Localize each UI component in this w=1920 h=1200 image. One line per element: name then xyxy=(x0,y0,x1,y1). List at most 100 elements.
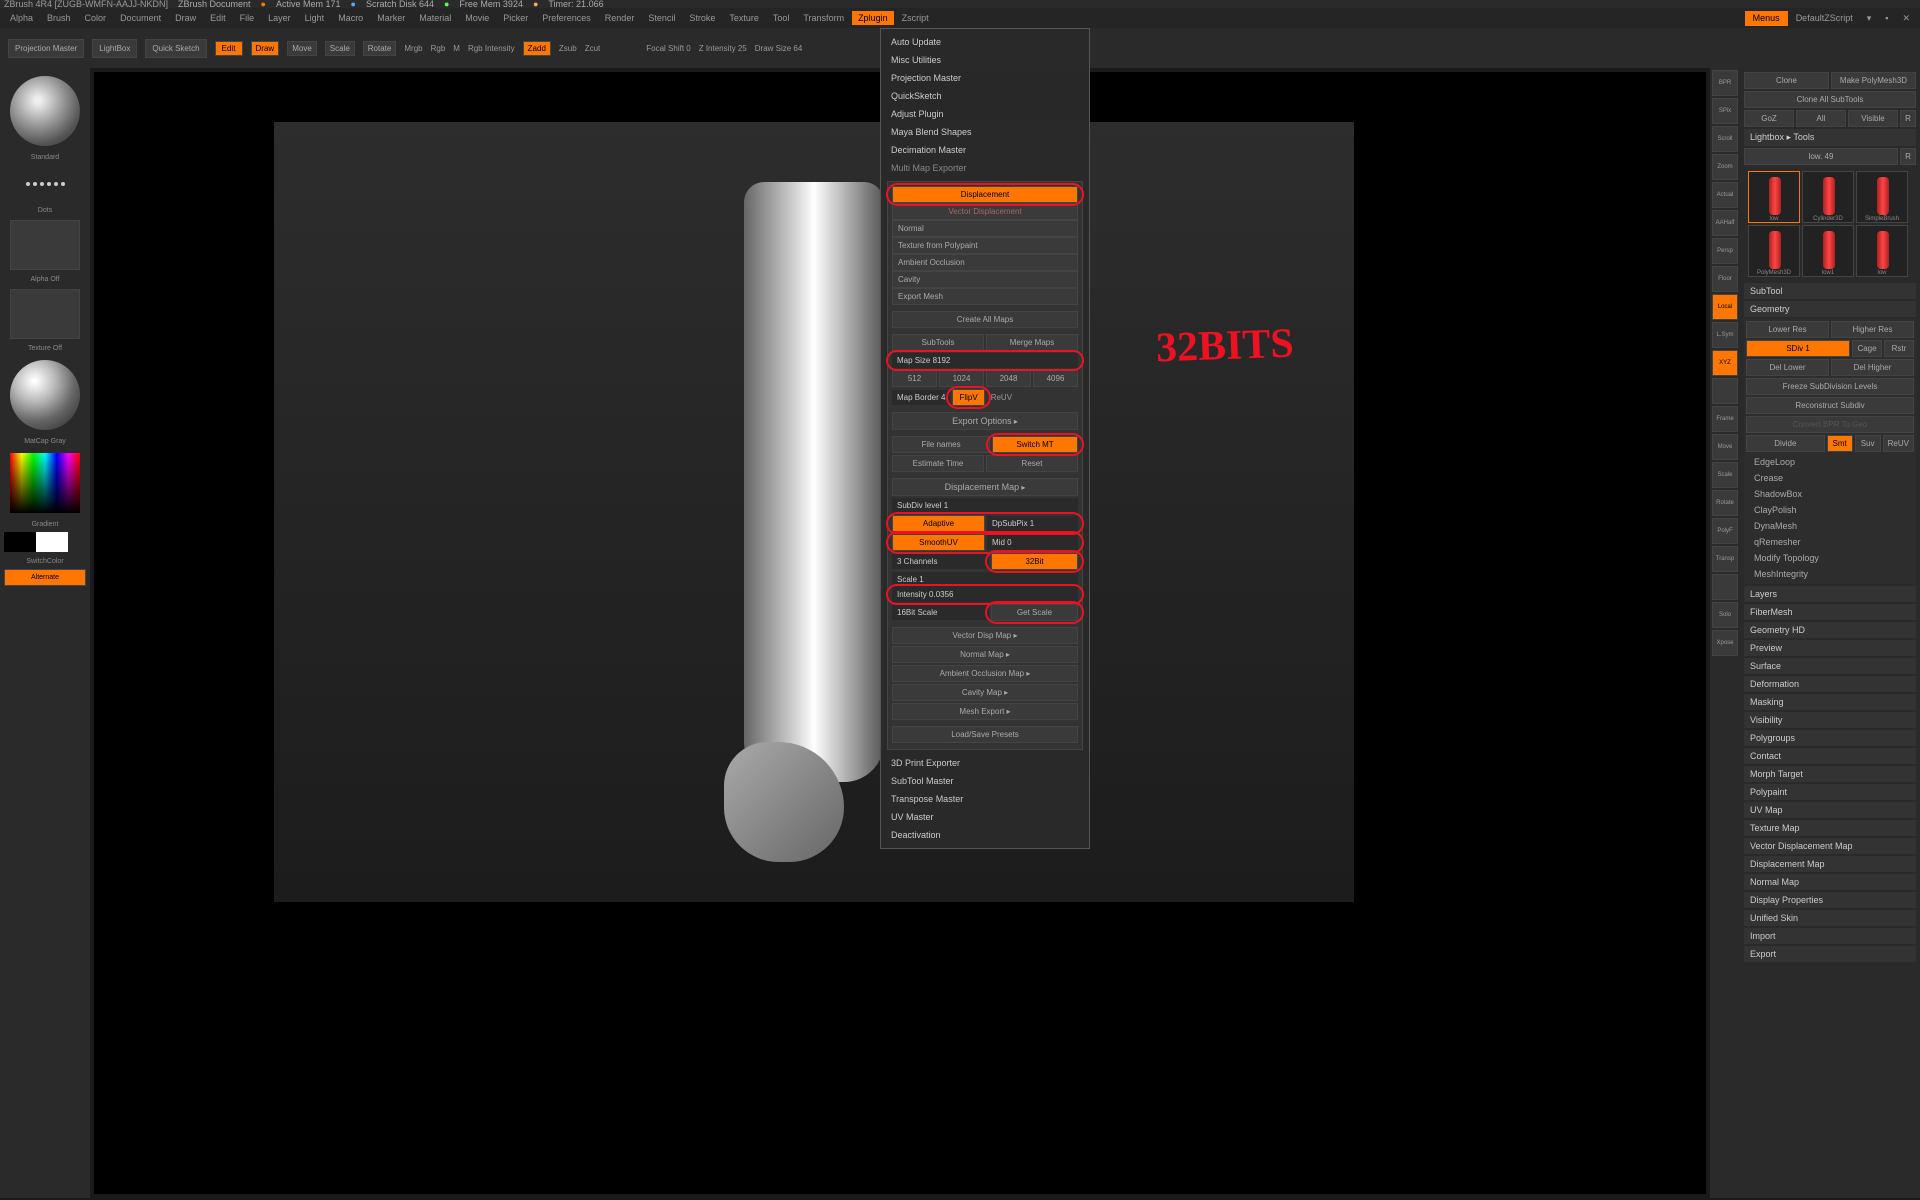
map-normal-map[interactable]: Normal Map ▸ xyxy=(892,646,1078,663)
color-picker[interactable] xyxy=(10,453,80,513)
texture-polypaint-toggle[interactable]: Texture from Polypaint xyxy=(892,237,1078,254)
menu-texture[interactable]: Texture xyxy=(723,11,765,25)
goz-visible[interactable]: Visible xyxy=(1848,110,1898,127)
menu-preferences[interactable]: Preferences xyxy=(536,11,597,25)
z-intensity[interactable]: Z Intensity 25 xyxy=(699,44,747,53)
geometry-section[interactable]: Geometry xyxy=(1744,301,1916,317)
geo-meshintegrity[interactable]: MeshIntegrity xyxy=(1746,566,1914,582)
section-visibility[interactable]: Visibility xyxy=(1744,712,1916,728)
menu-layer[interactable]: Layer xyxy=(262,11,297,25)
focal-shift[interactable]: Focal Shift 0 xyxy=(646,44,690,53)
smt[interactable]: Smt xyxy=(1827,435,1853,452)
sidetool-actual[interactable]: Actual xyxy=(1712,182,1738,208)
geo-shadowbox[interactable]: ShadowBox xyxy=(1746,486,1914,502)
alternate-button[interactable]: Alternate xyxy=(4,569,86,586)
tool-thumb-0[interactable]: low xyxy=(1748,171,1800,223)
menu-picker[interactable]: Picker xyxy=(497,11,534,25)
section-vector-displacement-map[interactable]: Vector Displacement Map xyxy=(1744,838,1916,854)
dd-uv-master[interactable]: UV Master xyxy=(881,808,1089,826)
multi-map-exporter[interactable]: Multi Map Exporter xyxy=(881,159,1089,177)
sidetool-l.sym[interactable]: L.Sym xyxy=(1712,322,1738,348)
sidetool-scale[interactable]: Scale xyxy=(1712,462,1738,488)
smoothuv[interactable]: SmoothUV xyxy=(892,534,985,551)
section-export[interactable]: Export xyxy=(1744,946,1916,962)
subtools-btn[interactable]: SubTools xyxy=(892,334,984,351)
section-fibermesh[interactable]: FiberMesh xyxy=(1744,604,1916,620)
sidetool-blank[interactable] xyxy=(1712,378,1738,404)
merge-maps[interactable]: Merge Maps xyxy=(986,334,1078,351)
window-max-icon[interactable]: ▪ xyxy=(1879,11,1894,26)
sidetool-local[interactable]: Local xyxy=(1712,294,1738,320)
lightbox-button[interactable]: LightBox xyxy=(92,39,137,58)
bit16-scale[interactable]: 16Bit Scale xyxy=(892,605,989,620)
dd-adjust-plugin[interactable]: Adjust Plugin xyxy=(881,105,1089,123)
geo-edgeloop[interactable]: EdgeLoop xyxy=(1746,454,1914,470)
sidetool-frame[interactable]: Frame xyxy=(1712,406,1738,432)
reuv[interactable]: ReUV xyxy=(1883,435,1914,452)
export-options[interactable]: Export Options ▸ xyxy=(892,412,1078,430)
sidetool-aahalf[interactable]: AAHalf xyxy=(1712,210,1738,236)
map-mesh-export[interactable]: Mesh Export ▸ xyxy=(892,703,1078,720)
displacement-toggle[interactable]: Displacement xyxy=(892,186,1078,203)
goz-button[interactable]: GoZ xyxy=(1744,110,1794,127)
dd-deactivation[interactable]: Deactivation xyxy=(881,826,1089,844)
dd-transpose-master[interactable]: Transpose Master xyxy=(881,790,1089,808)
goz-r[interactable]: R xyxy=(1900,110,1916,127)
load-save-presets[interactable]: Load/Save Presets xyxy=(892,726,1078,743)
size-1024[interactable]: 1024 xyxy=(939,370,984,387)
rstr[interactable]: Rstr xyxy=(1884,340,1914,357)
dd-projection-master[interactable]: Projection Master xyxy=(881,69,1089,87)
zsub-button[interactable]: Zsub xyxy=(559,44,577,53)
map-ambient-occlusion-map[interactable]: Ambient Occlusion Map ▸ xyxy=(892,665,1078,682)
menu-file[interactable]: File xyxy=(234,11,261,25)
draw-size[interactable]: Draw Size 64 xyxy=(755,44,803,53)
tool-thumb-1[interactable]: Cylinder3D xyxy=(1802,171,1854,223)
sidetool-transp[interactable]: Transp xyxy=(1712,546,1738,572)
reuv-btn[interactable]: ReUV xyxy=(987,391,1016,404)
menu-alpha[interactable]: Alpha xyxy=(4,11,39,25)
menu-document[interactable]: Document xyxy=(114,11,167,25)
projection-master-button[interactable]: Projection Master xyxy=(8,39,84,58)
sidetool-bpr[interactable]: BPR xyxy=(1712,70,1738,96)
menu-stroke[interactable]: Stroke xyxy=(683,11,721,25)
map-cavity-map[interactable]: Cavity Map ▸ xyxy=(892,684,1078,701)
menu-transform[interactable]: Transform xyxy=(797,11,850,25)
section-uv-map[interactable]: UV Map xyxy=(1744,802,1916,818)
draw-button[interactable]: Draw xyxy=(251,41,280,56)
section-masking[interactable]: Masking xyxy=(1744,694,1916,710)
material-preview[interactable] xyxy=(10,360,80,430)
brush-preview[interactable] xyxy=(10,76,80,146)
color-chip-white[interactable] xyxy=(36,532,68,552)
rgb-button[interactable]: Rgb xyxy=(431,44,446,53)
section-displacement-map[interactable]: Displacement Map xyxy=(1744,856,1916,872)
size-512[interactable]: 512 xyxy=(892,370,937,387)
map-border[interactable]: Map Border 4 xyxy=(892,390,950,405)
stroke-preview[interactable] xyxy=(10,169,80,199)
zadd-button[interactable]: Zadd xyxy=(523,41,551,56)
menu-render[interactable]: Render xyxy=(599,11,641,25)
geo-modify topology[interactable]: Modify Topology xyxy=(1746,550,1914,566)
quick-sketch-button[interactable]: Quick Sketch xyxy=(145,39,206,58)
divide[interactable]: Divide xyxy=(1746,435,1825,452)
rgb-intensity[interactable]: Rgb Intensity xyxy=(468,44,515,53)
r-button[interactable]: R xyxy=(1900,148,1916,165)
tool-thumb-5[interactable]: low xyxy=(1856,225,1908,277)
switchcolor-label[interactable]: SwitchColor xyxy=(4,558,86,565)
mrgb-button[interactable]: Mrgb xyxy=(404,44,422,53)
tool-thumb-2[interactable]: SimpleBrush xyxy=(1856,171,1908,223)
mid[interactable]: Mid 0 xyxy=(987,535,1078,550)
menu-zplugin[interactable]: Zplugin xyxy=(852,11,894,25)
geo-claypolish[interactable]: ClayPolish xyxy=(1746,502,1914,518)
flipv[interactable]: FlipV xyxy=(952,389,984,406)
displacement-map[interactable]: Displacement Map ▸ xyxy=(892,478,1078,496)
size-4096[interactable]: 4096 xyxy=(1033,370,1078,387)
sidetool-persp[interactable]: Persp xyxy=(1712,238,1738,264)
clone-button[interactable]: Clone xyxy=(1744,72,1829,89)
alpha-swatch[interactable] xyxy=(10,220,80,270)
rotate-button[interactable]: Rotate xyxy=(363,41,397,56)
section-morph-target[interactable]: Morph Target xyxy=(1744,766,1916,782)
section-polygroups[interactable]: Polygroups xyxy=(1744,730,1916,746)
section-surface[interactable]: Surface xyxy=(1744,658,1916,674)
menu-light[interactable]: Light xyxy=(299,11,331,25)
color-chip-black[interactable] xyxy=(4,532,36,552)
